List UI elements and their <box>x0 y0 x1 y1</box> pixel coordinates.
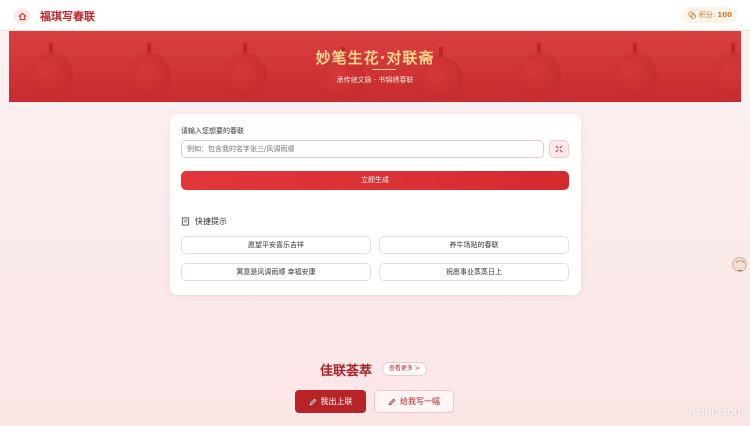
points-value: 100 <box>717 11 732 19</box>
points-label: 积分: <box>699 11 716 19</box>
pencil-icon <box>309 398 316 405</box>
featured-section-title: 佳联荟萃 <box>320 364 373 379</box>
input-label: 请输入您想要的春联 <box>181 127 244 135</box>
couplet-form-card: 请输入您想要的春联 立即生成 快捷提示 愿望平安喜乐吉祥 养牛场贴的春联 寓意是… <box>170 114 581 295</box>
post-first-line-label: 我出上联 <box>320 397 353 406</box>
pencil-icon <box>388 398 396 405</box>
write-for-me-label: 给我写一幅 <box>400 397 440 406</box>
quick-tips-header: 快捷提示 <box>181 216 227 227</box>
shuffle-icon <box>555 145 563 153</box>
quick-tip-chip[interactable]: 养牛场贴的春联 <box>379 236 569 254</box>
banner-title: 妙笔生花·对联斋 <box>315 49 435 67</box>
quick-tip-chip[interactable]: 祝愿事业蒸蒸日上 <box>379 263 569 281</box>
view-more-link[interactable]: 查看更多 > <box>382 362 427 376</box>
post-first-line-button[interactable]: 我出上联 <box>295 390 366 413</box>
couplet-request-input[interactable] <box>181 140 544 158</box>
home-button[interactable] <box>14 8 30 24</box>
site-watermark: AiJuh.com <box>687 404 744 418</box>
coins-icon <box>688 11 697 19</box>
assistant-avatar[interactable] <box>732 257 747 272</box>
generate-button[interactable]: 立即生成 <box>181 171 569 190</box>
quick-tip-chip[interactable]: 寓意是风调雨顺 幸福安康 <box>181 263 371 281</box>
top-bar: 福琪写春联 积分: 100 <box>0 0 750 31</box>
shuffle-button[interactable] <box>549 140 569 158</box>
scroll-icon <box>181 217 190 226</box>
points-badge[interactable]: 积分: 100 <box>682 7 738 23</box>
home-icon <box>18 12 26 20</box>
title-divider <box>372 69 396 70</box>
banner-subtitle: 承传统文脉 · 书锦绣春联 <box>336 76 414 84</box>
app-title: 福琪写春联 <box>40 10 95 23</box>
quick-tip-chip[interactable]: 愿望平安喜乐吉祥 <box>181 236 371 254</box>
write-for-me-button[interactable]: 给我写一幅 <box>374 390 454 413</box>
avatar-face-icon <box>736 260 745 271</box>
hero-banner: 妙笔生花·对联斋 承传统文脉 · 书锦绣春联 <box>9 31 741 102</box>
quick-tips-title: 快捷提示 <box>195 217 227 226</box>
